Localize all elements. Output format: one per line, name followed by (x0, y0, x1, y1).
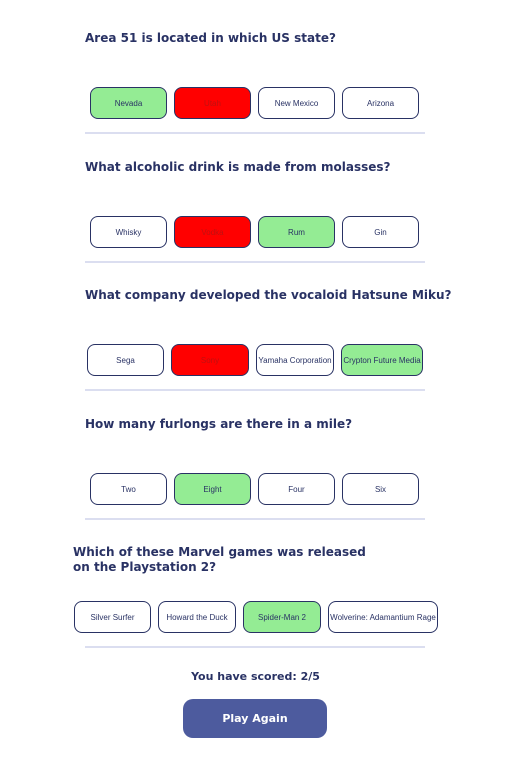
answer-option[interactable]: Howard the Duck (158, 601, 236, 633)
question-text: How many furlongs are there in a mile? (85, 417, 353, 431)
play-again-button[interactable]: Play Again (183, 699, 327, 738)
question-text: Area 51 is located in which US state? (85, 31, 336, 45)
answer-option[interactable]: Crypton Future Media (341, 344, 423, 376)
answer-group: Sega Sony Yamaha Corporation Crypton Fut… (87, 344, 423, 376)
answer-option[interactable]: Six (342, 473, 419, 505)
divider (85, 518, 425, 520)
divider (85, 132, 425, 134)
answer-option[interactable]: Utah (174, 87, 251, 119)
question-text: Which of these Marvel games was released… (73, 545, 366, 574)
answer-group: Silver Surfer Howard the Duck Spider-Man… (74, 601, 438, 633)
answer-option[interactable]: Whisky (90, 216, 167, 248)
question-text: What company developed the vocaloid Hats… (85, 288, 452, 302)
answer-group: Whisky Vodka Rum Gin (90, 216, 419, 248)
answer-option[interactable]: Silver Surfer (74, 601, 151, 633)
answer-option[interactable]: Rum (258, 216, 335, 248)
answer-option[interactable]: Four (258, 473, 335, 505)
divider (85, 389, 425, 391)
answer-option[interactable]: Wolverine: Adamantium Rage (328, 601, 438, 633)
answer-option[interactable]: Two (90, 473, 167, 505)
answer-option[interactable]: Arizona (342, 87, 419, 119)
answer-option[interactable]: Spider-Man 2 (243, 601, 321, 633)
answer-option[interactable]: Vodka (174, 216, 251, 248)
answer-option[interactable]: Sony (171, 344, 249, 376)
score-text: You have scored: 2/5 (191, 670, 320, 683)
answer-option[interactable]: Yamaha Corporation (256, 344, 334, 376)
divider (85, 646, 425, 648)
answer-option[interactable]: Sega (87, 344, 164, 376)
answer-option[interactable]: New Mexico (258, 87, 335, 119)
answer-group: Nevada Utah New Mexico Arizona (90, 87, 419, 119)
question-text: What alcoholic drink is made from molass… (85, 160, 391, 174)
answer-option[interactable]: Eight (174, 473, 251, 505)
answer-option[interactable]: Nevada (90, 87, 167, 119)
divider (85, 261, 425, 263)
answer-group: Two Eight Four Six (90, 473, 419, 505)
answer-option[interactable]: Gin (342, 216, 419, 248)
